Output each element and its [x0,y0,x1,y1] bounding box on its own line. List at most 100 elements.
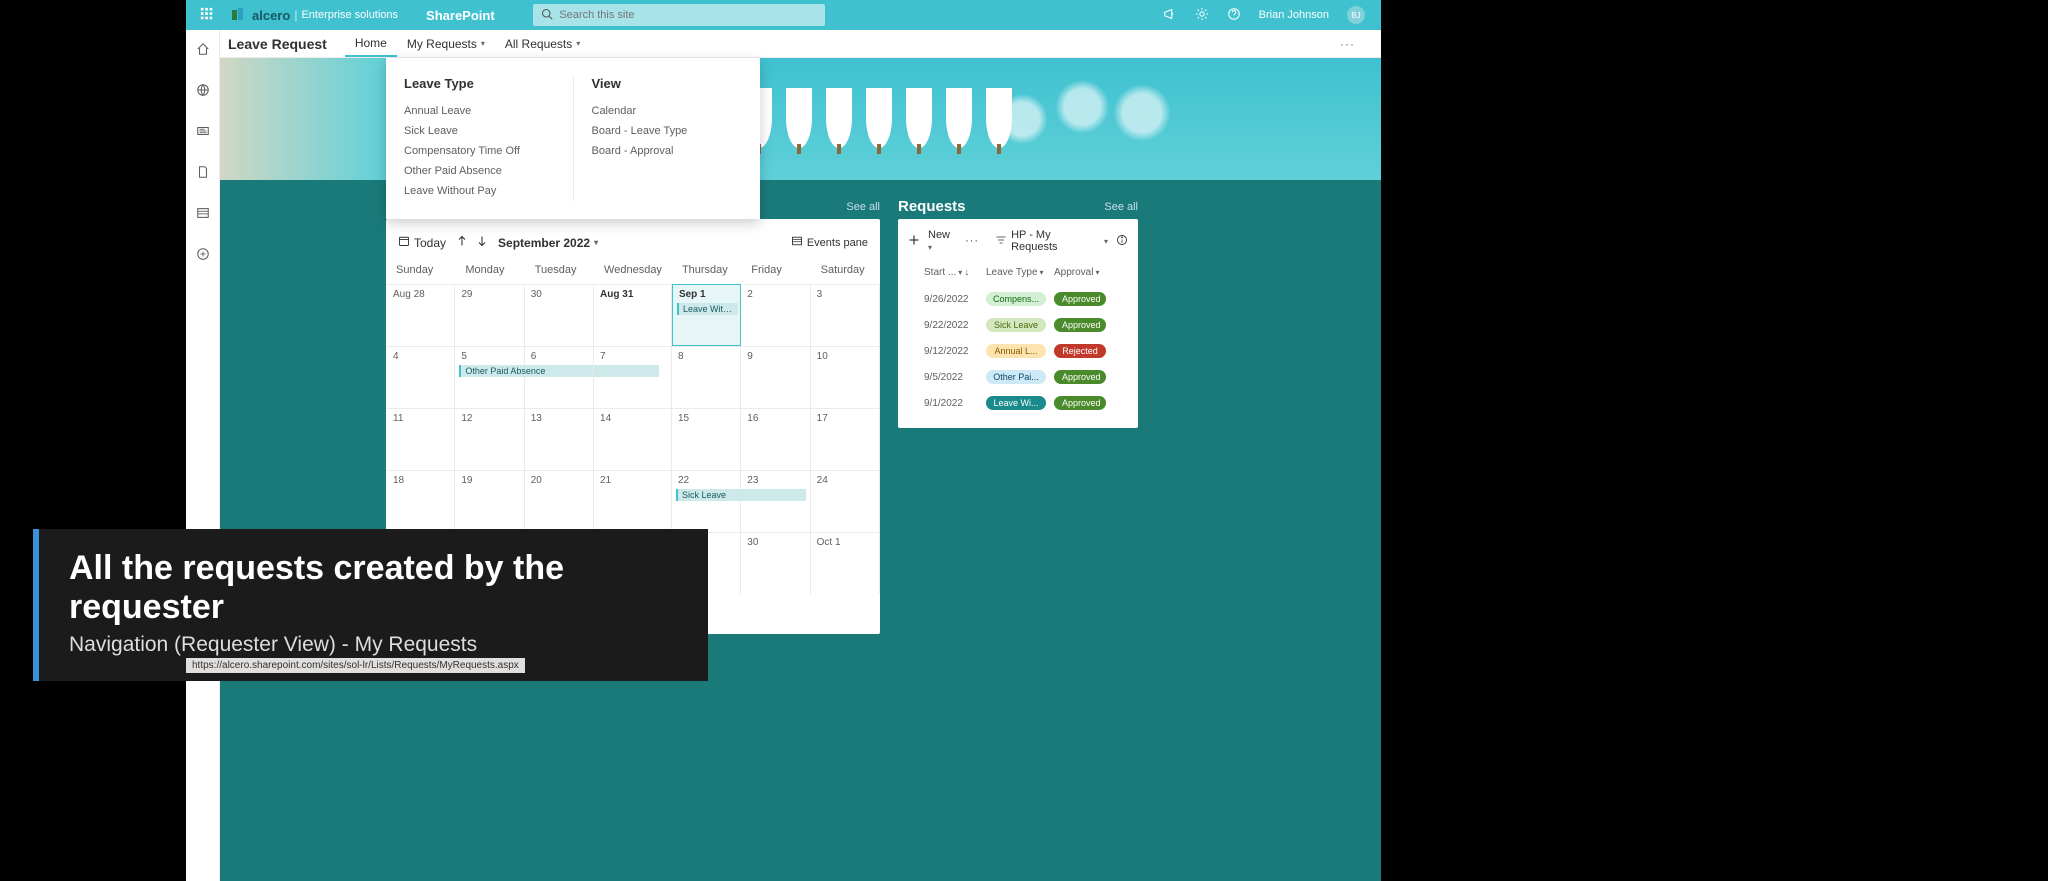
dd-annual-leave[interactable]: Annual Leave [404,101,555,121]
calendar-cell[interactable]: 7 [594,346,672,408]
calendar-cell-today[interactable]: Sep 1Leave Witho... [672,284,741,346]
leave-type-badge: Leave Wi... [986,396,1046,410]
user-name[interactable]: Brian Johnson [1259,9,1329,21]
new-button[interactable]: New ▾ [928,229,957,253]
month-picker[interactable]: September 2022▾ [498,236,598,250]
nav-dropdown: Leave Type Annual Leave Sick Leave Compe… [386,58,760,219]
calendar-cell[interactable]: 30 [741,532,810,594]
nav-home[interactable]: Home [345,30,397,57]
calendar-cell[interactable]: 9 [741,346,810,408]
home-icon[interactable] [196,42,210,61]
calendar-cell[interactable]: 23 [741,470,810,532]
help-icon[interactable] [1227,7,1241,24]
calendar-cell[interactable]: 15 [672,408,741,470]
col-approval[interactable]: Approval ▾ [1054,267,1106,278]
leave-type-badge: Annual L... [986,344,1046,358]
calendar-cell[interactable]: 8 [672,346,741,408]
request-row[interactable]: 9/22/2022 Sick Leave Approved [904,312,1132,338]
gear-icon[interactable] [1195,7,1209,24]
app-launcher-icon[interactable] [192,7,222,24]
day-header: Tuesday [525,256,594,284]
approval-badge: Approved [1054,292,1106,306]
chevron-down-icon: ▾ [594,238,598,247]
requests-see-all[interactable]: See all [1104,201,1138,213]
calendar-cell[interactable]: 14 [594,408,672,470]
globe-icon[interactable] [196,83,210,102]
request-row[interactable]: 9/5/2022 Other Pai... Approved [904,364,1132,390]
calendar-cell[interactable]: 18 [386,470,455,532]
calendar-cell[interactable]: Aug 28 [386,284,455,346]
leave-type-badge: Sick Leave [986,318,1046,332]
calendar-cell[interactable]: 20 [525,470,594,532]
calendar-cell[interactable]: 19 [455,470,524,532]
nav-all-requests[interactable]: All Requests▾ [495,30,590,57]
calendar-cell[interactable]: 12 [455,408,524,470]
request-row[interactable]: 9/26/2022 Compens... Approved [904,286,1132,312]
calendar-cell[interactable]: 2 [741,284,810,346]
prev-month-icon[interactable] [456,235,468,250]
dropdown-header-view: View [592,76,743,91]
file-icon[interactable] [196,165,210,184]
chevron-down-icon: ▾ [576,39,580,48]
create-icon[interactable] [196,247,210,266]
status-bar-url: https://alcero.sharepoint.com/sites/sol-… [186,658,525,673]
calendar-cell[interactable]: 6 [525,346,594,408]
add-icon[interactable] [908,234,920,249]
list-icon[interactable] [196,206,210,225]
calendar-cell[interactable]: 24 [811,470,880,532]
app-name[interactable]: SharePoint [406,8,515,23]
megaphone-icon[interactable] [1163,7,1177,24]
list-icon [791,235,803,250]
caption-subtitle: Navigation (Requester View) - My Request… [69,633,678,657]
calendar-cell[interactable]: 16 [741,408,810,470]
info-icon[interactable] [1116,234,1128,249]
today-button[interactable]: Today [398,235,446,250]
next-month-icon[interactable] [476,235,488,250]
dd-leave-without-pay[interactable]: Leave Without Pay [404,181,555,201]
calendar-cell[interactable]: 4 [386,346,455,408]
dd-other-paid-absence[interactable]: Other Paid Absence [404,161,555,181]
col-leave-type[interactable]: Leave Type ▾ [986,267,1046,278]
nav-my-requests[interactable]: My Requests▾ [397,30,495,57]
calendar-cell[interactable]: Oct 1 [811,532,880,594]
calendar-cell[interactable]: 10 [811,346,880,408]
calendar-see-all[interactable]: See all [846,201,880,213]
col-start-date[interactable]: Start ... ▾ ↓ [924,267,978,278]
calendar-cell[interactable]: 13 [525,408,594,470]
cell-date: 9/12/2022 [924,346,978,357]
event-lwop[interactable]: Leave Witho... [677,303,738,315]
hero-banner [186,58,1381,180]
search-input[interactable] [553,9,817,21]
calendar-cell[interactable]: 21 [594,470,672,532]
search-box[interactable] [533,4,825,26]
site-title[interactable]: Leave Request [228,36,327,52]
calendar-cell[interactable]: 3 [811,284,880,346]
calendar-cell[interactable]: 11 [386,408,455,470]
calendar-cell[interactable]: 29 [455,284,524,346]
dd-comp-time-off[interactable]: Compensatory Time Off [404,141,555,161]
caption-title: All the requests created by the requeste… [69,549,678,627]
chevron-down-icon: ▾ [928,243,932,252]
dropdown-header-leave-type: Leave Type [404,76,555,91]
dd-view-board-leave-type[interactable]: Board - Leave Type [592,121,743,141]
cell-date: 9/22/2022 [924,320,978,331]
calendar-cell[interactable]: 5Other Paid Absence [455,346,524,408]
day-header: Saturday [811,256,880,284]
more-actions-icon[interactable]: ··· [1330,37,1365,51]
more-icon[interactable]: ··· [965,235,979,247]
leave-type-badge: Other Pai... [986,370,1046,384]
calendar-cell[interactable]: 22Sick Leave [672,470,741,532]
tenant-brand[interactable]: alcero | Enterprise solutions [222,6,406,24]
dd-view-calendar[interactable]: Calendar [592,101,743,121]
calendar-cell[interactable]: 30 [525,284,594,346]
request-row[interactable]: 9/12/2022 Annual L... Rejected [904,338,1132,364]
avatar[interactable]: BJ [1347,6,1365,24]
events-pane-toggle[interactable]: Events pane [791,235,868,250]
dd-view-board-approval[interactable]: Board - Approval [592,141,743,161]
dd-sick-leave[interactable]: Sick Leave [404,121,555,141]
view-switcher[interactable]: HP - My Requests ▾ [995,229,1108,253]
calendar-cell[interactable]: Aug 31 [594,284,672,346]
request-row[interactable]: 9/1/2022 Leave Wi... Approved [904,390,1132,416]
news-icon[interactable] [196,124,210,143]
calendar-cell[interactable]: 17 [811,408,880,470]
